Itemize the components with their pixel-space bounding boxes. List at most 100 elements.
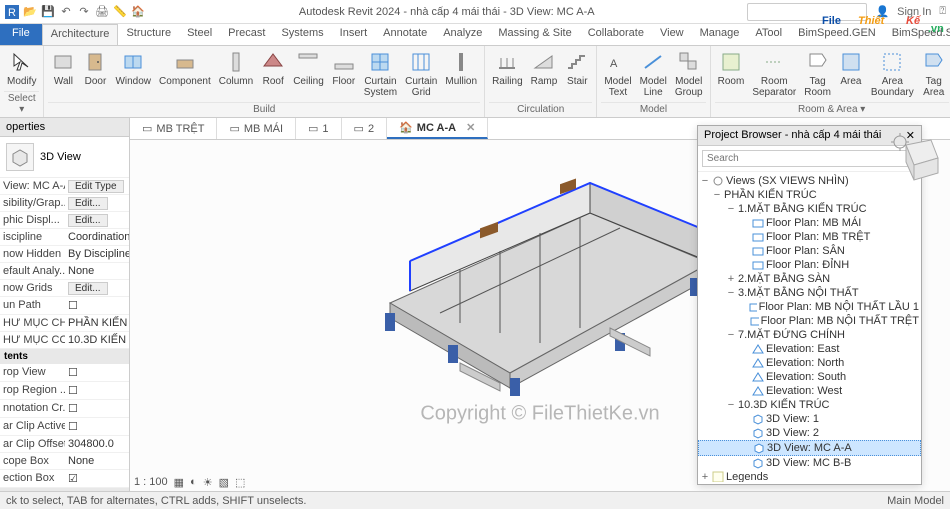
ceiling-icon <box>296 50 320 74</box>
view-tab[interactable]: ▭2 <box>342 118 388 139</box>
tree-node[interactable]: Elevation: South <box>698 370 921 384</box>
tab-architecture[interactable]: Architecture <box>42 24 119 45</box>
tab-atool[interactable]: ATool <box>747 24 790 45</box>
property-row[interactable]: ar Clip Offset304800.0 <box>0 436 129 453</box>
view-tab[interactable]: 🏠MC A-A✕ <box>387 118 488 139</box>
floor-tool[interactable]: Floor <box>329 48 359 102</box>
property-row[interactable]: isciplineCoordination <box>0 229 129 246</box>
scale-label[interactable]: 1 : 100 <box>134 476 168 488</box>
property-row[interactable]: now Hidden ...By Discipline <box>0 246 129 263</box>
model_text-tool[interactable]: AModelText <box>601 48 634 102</box>
main-model-label[interactable]: Main Model <box>887 495 944 507</box>
property-row[interactable]: cope BoxNone <box>0 453 129 470</box>
view-tab[interactable]: ▭1 <box>296 118 342 139</box>
measure-icon[interactable]: 📏 <box>112 4 128 20</box>
ramp-tool[interactable]: Ramp <box>528 48 561 102</box>
model_group-tool[interactable]: ModelGroup <box>672 48 706 102</box>
property-row[interactable]: sibility/Grap...Edit... <box>0 195 129 212</box>
tree-node[interactable]: −1.MẶT BẰNG KIẾN TRÚC <box>698 202 921 216</box>
tab-massingsite[interactable]: Massing & Site <box>490 24 579 45</box>
detail-icon[interactable]: ▦ <box>174 476 184 489</box>
tree-node[interactable]: −7.MẶT ĐỨNG CHÍNH <box>698 328 921 342</box>
tree-node[interactable]: Elevation: North <box>698 356 921 370</box>
property-row[interactable]: nnotation Cr...☐ <box>0 400 129 418</box>
tab-manage[interactable]: Manage <box>692 24 748 45</box>
tree-node[interactable]: Elevation: West <box>698 384 921 398</box>
tree-node[interactable]: Floor Plan: MB TRỆT <box>698 230 921 244</box>
tab-insert[interactable]: Insert <box>332 24 376 45</box>
roof-tool[interactable]: Roof <box>258 48 288 102</box>
tab-collaborate[interactable]: Collaborate <box>580 24 652 45</box>
tag_area-tool[interactable]: TagArea <box>919 48 949 102</box>
tab-view[interactable]: View <box>652 24 692 45</box>
area-tool[interactable]: Area <box>836 48 866 102</box>
tree-node[interactable]: 3D View: 1 <box>698 412 921 426</box>
column-tool[interactable]: Column <box>216 48 256 102</box>
property-row[interactable]: now GridsEdit... <box>0 280 129 297</box>
tree-node[interactable]: 3D View: MC B-B <box>698 456 921 470</box>
tree-node[interactable]: Floor Plan: SÂN <box>698 244 921 258</box>
tab-structure[interactable]: Structure <box>118 24 179 45</box>
modify-tool[interactable]: Modify <box>4 48 39 91</box>
stair-tool[interactable]: Stair <box>562 48 592 102</box>
redo-icon[interactable]: ↷ <box>76 4 92 20</box>
tab-file[interactable]: File <box>0 24 42 45</box>
tree-node[interactable]: Floor Plan: MB MÁI <box>698 216 921 230</box>
room_sep-tool[interactable]: RoomSeparator <box>749 48 799 102</box>
tree-node[interactable]: 3D View: MC A-A <box>698 440 921 456</box>
tag_room-tool[interactable]: TagRoom <box>801 48 834 102</box>
property-row[interactable]: rop Region ...☐ <box>0 382 129 400</box>
shadows-icon[interactable]: ▧ <box>219 476 229 489</box>
tab-annotate[interactable]: Annotate <box>375 24 435 45</box>
save-icon[interactable]: 💾 <box>40 4 56 20</box>
view-cube[interactable] <box>886 130 948 192</box>
tree-node[interactable]: Elevation: East <box>698 342 921 356</box>
tab-analyze[interactable]: Analyze <box>435 24 490 45</box>
project-browser-search[interactable] <box>702 150 917 167</box>
view-control-bar[interactable]: 1 : 100 ▦ ◐ ☀ ▧ ⬚ <box>134 473 245 491</box>
property-row[interactable]: efault Analy...None <box>0 263 129 280</box>
open-icon[interactable]: 📂 <box>22 4 38 20</box>
area_boundary-tool[interactable]: AreaBoundary <box>868 48 917 102</box>
property-row[interactable]: HƯ MỤC CON10.3D KIẾN TRÚC <box>0 332 129 349</box>
property-row[interactable]: ar Clip Active☐ <box>0 418 129 436</box>
crop-icon[interactable]: ⬚ <box>235 476 245 489</box>
visual-style-icon[interactable]: ◐ <box>190 476 197 488</box>
curtain_grid-tool[interactable]: CurtainGrid <box>402 48 440 102</box>
property-row[interactable]: ection Box☑ <box>0 470 129 488</box>
view-tab[interactable]: ▭MB MÁI <box>217 118 296 139</box>
tab-precast[interactable]: Precast <box>220 24 273 45</box>
property-row[interactable]: HƯ MỤC CH...PHẦN KIẾN TR... <box>0 315 129 332</box>
component-tool[interactable]: Component <box>156 48 214 102</box>
tree-node[interactable]: Floor Plan: MB NỘI THẤT TRỆT <box>698 314 921 328</box>
tree-node[interactable]: +2.MẶT BẰNG SÀN <box>698 272 921 286</box>
mullion-tool[interactable]: Mullion <box>442 48 480 102</box>
edit-type-button[interactable]: Edit Type <box>68 180 124 193</box>
model-group-label: Model <box>601 102 705 115</box>
tab-steel[interactable]: Steel <box>179 24 220 45</box>
wall-tool[interactable]: Wall <box>48 48 78 102</box>
tree-node[interactable]: 3D View: 2 <box>698 426 921 440</box>
property-row[interactable]: rop View☐ <box>0 364 129 382</box>
ceiling-tool[interactable]: Ceiling <box>290 48 327 102</box>
railing-tool[interactable]: Railing <box>489 48 526 102</box>
sun-icon[interactable]: ☀ <box>203 476 213 489</box>
tab-systems[interactable]: Systems <box>273 24 331 45</box>
tree-node[interactable]: Floor Plan: MB NỘI THẤT LẦU 1 <box>698 300 921 314</box>
window-tool[interactable]: Window <box>112 48 154 102</box>
door-tool[interactable]: Door <box>80 48 110 102</box>
tree-node[interactable]: −3.MẶT BẰNG NỘI THẤT <box>698 286 921 300</box>
tree-node[interactable]: −10.3D KIẾN TRÚC <box>698 398 921 412</box>
undo-icon[interactable]: ↶ <box>58 4 74 20</box>
view-tab[interactable]: ▭MB TRỆT <box>130 118 217 139</box>
property-row[interactable]: phic Displ...Edit... <box>0 212 129 229</box>
close-tab-icon[interactable]: ✕ <box>466 121 475 134</box>
curtain_system-tool[interactable]: CurtainSystem <box>361 48 400 102</box>
tree-node[interactable]: Floor Plan: ĐỈNH <box>698 258 921 272</box>
property-row[interactable]: un Path☐ <box>0 297 129 315</box>
model_line-tool[interactable]: ModelLine <box>637 48 670 102</box>
tree-node[interactable]: +Legends <box>698 470 921 482</box>
home-icon[interactable]: 🏠 <box>130 4 146 20</box>
print-icon[interactable]: 🖨 <box>94 4 110 20</box>
room-tool[interactable]: Room <box>715 48 748 102</box>
